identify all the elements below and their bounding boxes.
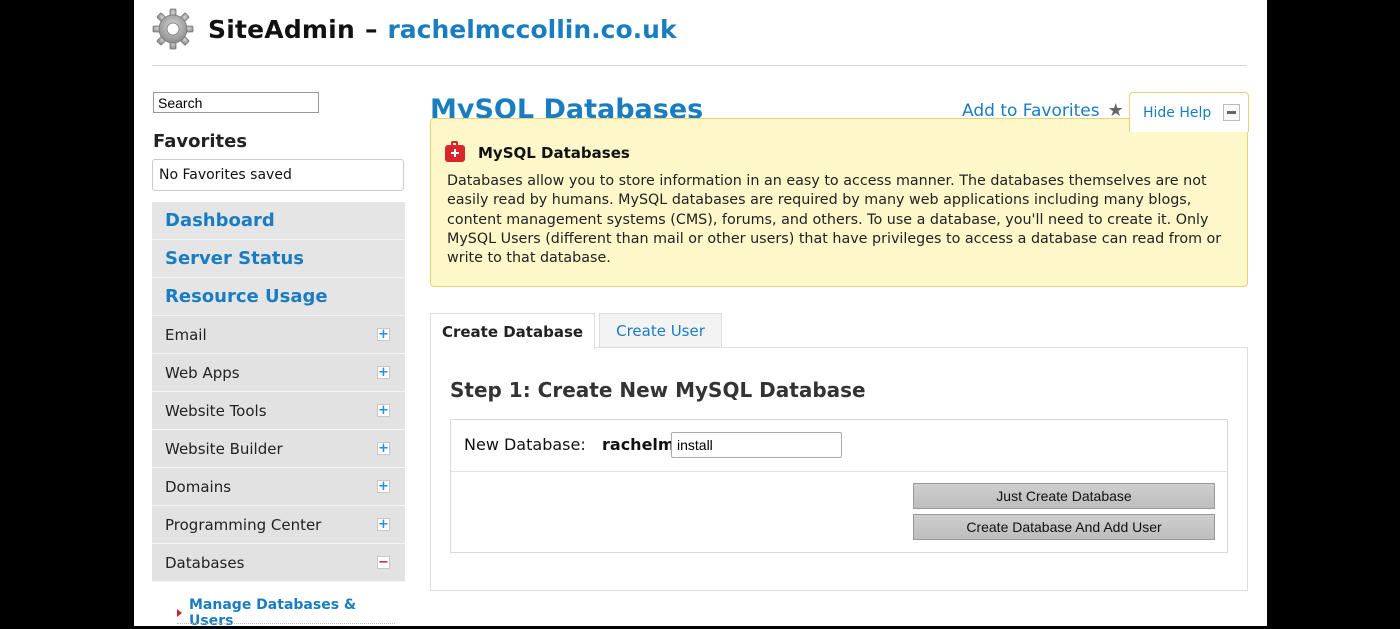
new-database-label: New Database: xyxy=(464,435,586,454)
sidebar-item-label: Databases xyxy=(165,553,245,572)
create-database-form: New Database: rachelm_ Just Create Datab… xyxy=(450,419,1228,553)
hide-help-label: Hide Help xyxy=(1143,104,1212,121)
sidebar-nav: Dashboard Server Status Resource Usage E… xyxy=(152,202,405,582)
favorites-box: No Favorites saved xyxy=(152,159,404,191)
expand-icon[interactable]: + xyxy=(377,442,390,455)
page: SiteAdmin – rachelmccollin.co.uk Favorit… xyxy=(134,0,1267,629)
domain-link[interactable]: rachelmccollin.co.uk xyxy=(387,15,676,44)
minus-box-icon[interactable] xyxy=(1223,104,1241,121)
sidebar-subitem-label: Manage Databases & Users xyxy=(189,597,357,629)
tab-create-database[interactable]: Create Database xyxy=(430,313,595,349)
sidebar-item-databases[interactable]: Databases − xyxy=(152,544,405,582)
expand-icon[interactable]: + xyxy=(377,366,390,379)
gear-icon xyxy=(152,8,194,50)
sidebar-subitem-manage-databases[interactable]: Manage Databases & Users xyxy=(177,597,395,629)
sidebar-item-website-tools[interactable]: Website Tools + xyxy=(152,392,405,430)
databases-subnav: Manage Databases & Users xyxy=(167,583,395,629)
divider xyxy=(177,623,395,624)
help-header: MySQL Databases xyxy=(445,140,630,162)
help-panel: MySQL Databases Databases allow you to s… xyxy=(430,118,1248,287)
sidebar-item-label: Domains xyxy=(165,477,232,496)
title-separator: – xyxy=(364,14,378,44)
expand-icon[interactable]: + xyxy=(377,518,390,531)
expand-icon[interactable]: + xyxy=(377,480,390,493)
app-name: SiteAdmin xyxy=(208,14,355,44)
sidebar-item-website-builder[interactable]: Website Builder + xyxy=(152,430,405,468)
create-database-panel: Step 1: Create New MySQL Database New Da… xyxy=(430,347,1248,591)
sidebar-item-label: Email xyxy=(165,325,207,344)
sidebar-item-email[interactable]: Email + xyxy=(152,316,405,354)
sidebar-item-resource-usage[interactable]: Resource Usage xyxy=(152,278,405,316)
help-title: MySQL Databases xyxy=(478,144,630,162)
sidebar-item-dashboard[interactable]: Dashboard xyxy=(152,202,405,240)
search-input[interactable] xyxy=(153,92,319,113)
collapse-icon[interactable]: − xyxy=(377,556,390,569)
tab-create-user[interactable]: Create User xyxy=(599,313,722,348)
new-database-row: New Database: rachelm_ xyxy=(451,420,1227,472)
expand-icon[interactable]: + xyxy=(377,328,390,341)
expand-icon[interactable]: + xyxy=(377,404,390,417)
create-database-add-user-button[interactable]: Create Database And Add User xyxy=(913,514,1215,540)
new-database-input[interactable] xyxy=(671,432,842,458)
arrow-right-icon xyxy=(177,609,182,617)
sidebar-item-label: Website Tools xyxy=(165,401,267,420)
just-create-database-button[interactable]: Just Create Database xyxy=(913,483,1215,509)
site-header: SiteAdmin – rachelmccollin.co.uk xyxy=(152,6,677,52)
sidebar-item-web-apps[interactable]: Web Apps + xyxy=(152,354,405,392)
sidebar-item-programming-center[interactable]: Programming Center + xyxy=(152,506,405,544)
sidebar-item-label: Web Apps xyxy=(165,363,240,382)
hide-help-toggle[interactable]: Hide Help xyxy=(1129,92,1249,132)
sidebar-item-label: Programming Center xyxy=(165,515,322,534)
sidebar-item-server-status[interactable]: Server Status xyxy=(152,240,405,278)
sidebar-item-label: Website Builder xyxy=(165,439,283,458)
first-aid-kit-icon xyxy=(445,140,465,162)
sidebar-item-domains[interactable]: Domains + xyxy=(152,468,405,506)
help-text: Databases allow you to store information… xyxy=(447,173,1222,267)
favorites-heading: Favorites xyxy=(153,131,248,152)
step-title: Step 1: Create New MySQL Database xyxy=(450,378,866,402)
header-divider xyxy=(152,65,1247,66)
